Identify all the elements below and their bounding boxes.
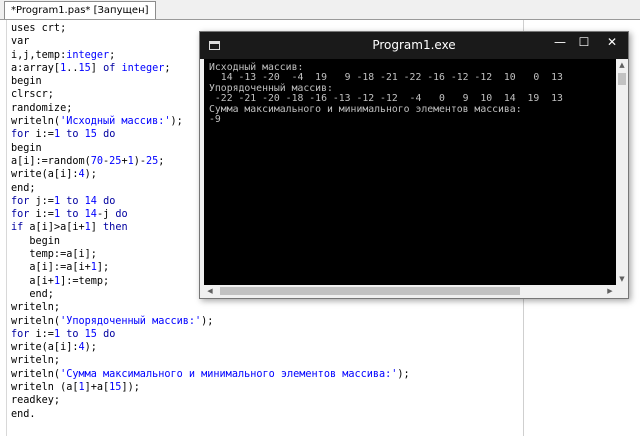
code-line[interactable]: writeln('Упорядоченный массив:'); <box>11 315 410 328</box>
horizontal-scroll-thumb[interactable] <box>220 287 520 295</box>
console-titlebar[interactable]: Program1.exe — ☐ ✕ <box>200 32 628 59</box>
close-icon[interactable]: ✕ <box>598 32 626 52</box>
code-line[interactable]: writeln; <box>11 301 410 314</box>
vertical-scroll-thumb[interactable] <box>618 73 626 85</box>
ide-tab-bar: *Program1.pas* [Запущен] <box>0 0 640 20</box>
code-line[interactable]: writeln (a[1]+a[15]); <box>11 381 410 394</box>
scrollbar-corner <box>616 285 628 297</box>
code-line[interactable]: writeln('Сумма максимального и минимальн… <box>11 368 410 381</box>
editor-gutter-line <box>6 20 7 436</box>
console-window[interactable]: Program1.exe — ☐ ✕ Исходный массив: 14 -… <box>199 31 629 299</box>
code-line[interactable]: readkey; <box>11 394 410 407</box>
code-line[interactable]: end. <box>11 408 410 421</box>
console-output-area: Исходный массив: 14 -13 -20 -4 19 9 -18 … <box>204 59 616 285</box>
console-line: -9 <box>209 114 221 126</box>
vertical-scrollbar[interactable]: ▲ ▼ <box>616 59 628 285</box>
code-line[interactable]: write(a[i]:4); <box>11 341 410 354</box>
scroll-right-arrow-icon[interactable]: ▶ <box>604 285 616 297</box>
tab-program1[interactable]: *Program1.pas* [Запущен] <box>4 1 156 19</box>
scroll-down-arrow-icon[interactable]: ▼ <box>616 273 628 285</box>
maximize-icon[interactable]: ☐ <box>570 32 598 52</box>
scroll-left-arrow-icon[interactable]: ◀ <box>204 285 216 297</box>
code-line[interactable]: writeln; <box>11 354 410 367</box>
console-output: Исходный массив: 14 -13 -20 -4 19 9 -18 … <box>209 62 563 126</box>
console-line: Сумма максимального и минимального элеме… <box>209 103 522 115</box>
horizontal-scrollbar[interactable]: ◀ ▶ <box>204 285 616 297</box>
code-line[interactable]: for i:=1 to 15 do <box>11 328 410 341</box>
scroll-up-arrow-icon[interactable]: ▲ <box>616 59 628 71</box>
